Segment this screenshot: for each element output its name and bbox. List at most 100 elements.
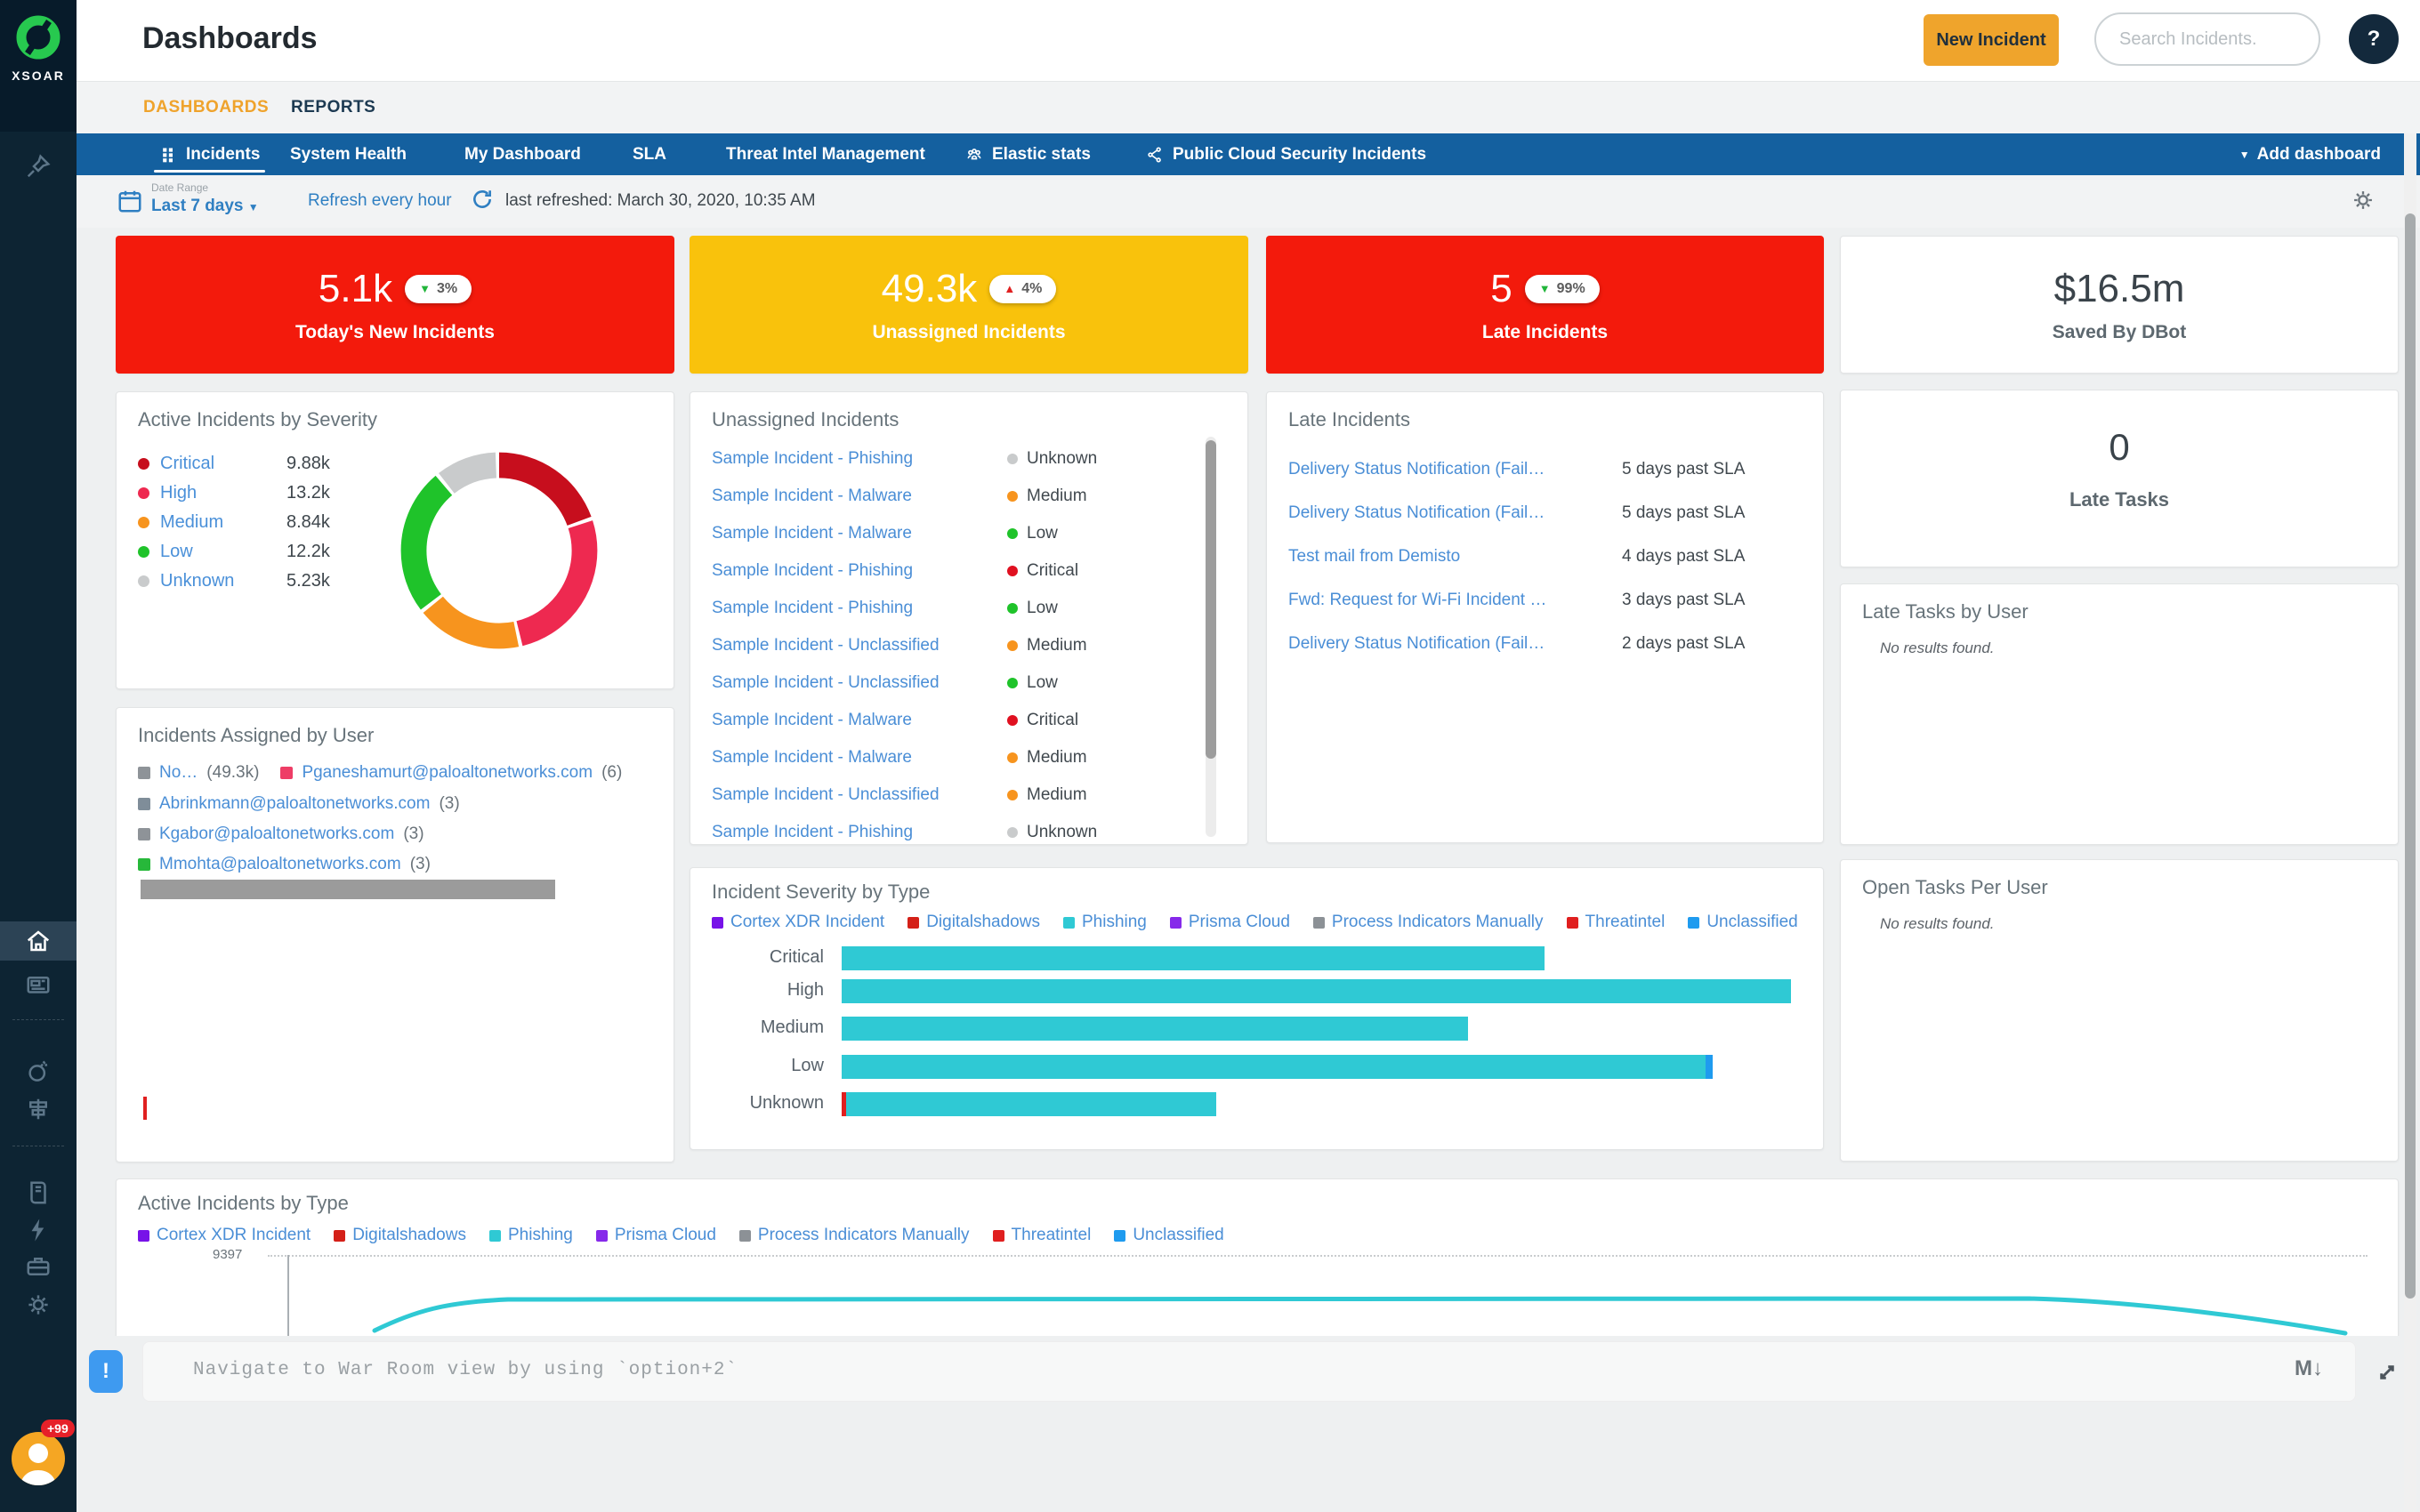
incident-link[interactable]: Fwd: Request for Wi-Fi Incident … xyxy=(1288,591,1546,610)
bomb-incidents-icon[interactable] xyxy=(25,1058,52,1084)
legend-item[interactable]: Digitalshadows xyxy=(908,913,1040,932)
kpi-saved-by-dbot[interactable]: $16.5m Saved By DBot xyxy=(1840,236,2399,374)
incident-link[interactable]: Sample Incident - Malware xyxy=(712,748,912,768)
nav-item-system-health[interactable]: System Health xyxy=(290,133,407,175)
legend-item[interactable]: Process Indicators Manually xyxy=(739,1226,970,1245)
settings-gear-icon[interactable] xyxy=(25,1291,52,1318)
bar-low[interactable] xyxy=(842,1055,1706,1079)
add-dashboard-button[interactable]: ▼ Add dashboard xyxy=(2239,133,2381,175)
user-legend-label[interactable]: Pganeshamurt@paloaltonetworks.com xyxy=(302,763,593,783)
incident-link[interactable]: Sample Incident - Malware xyxy=(712,487,912,506)
severity-dot xyxy=(1007,491,1018,502)
home-icon[interactable] xyxy=(25,928,52,954)
legend-item[interactable]: Phishing xyxy=(489,1226,573,1245)
severity-label[interactable]: High xyxy=(160,483,276,503)
book-docs-icon[interactable] xyxy=(25,1179,52,1206)
incident-link[interactable]: Sample Incident - Phishing xyxy=(712,823,913,842)
legend-item[interactable]: Cortex XDR Incident xyxy=(712,913,884,932)
user-avatar[interactable] xyxy=(12,1432,65,1485)
incident-link[interactable]: Sample Incident - Unclassified xyxy=(712,636,940,655)
severity-label[interactable]: Unknown xyxy=(160,571,276,591)
legend-label: Unclassified xyxy=(1133,1226,1223,1245)
kpi-late-incidents[interactable]: 5 ▼99% Late Incidents xyxy=(1266,236,1824,374)
panel-late-tasks[interactable]: 0 Late Tasks xyxy=(1840,390,2399,567)
severity-label[interactable]: Medium xyxy=(160,512,276,533)
incident-link[interactable]: Sample Incident - Unclassified xyxy=(712,785,940,805)
list-item: Delivery Status Notification (Fail…2 day… xyxy=(1288,625,1805,662)
incident-link[interactable]: Delivery Status Notification (Fail… xyxy=(1288,503,1545,523)
page-scrollbar[interactable] xyxy=(2404,133,2416,1512)
bar-unknown[interactable] xyxy=(846,1092,1216,1116)
bar-critical[interactable] xyxy=(842,946,1545,970)
legend-item[interactable]: Prisma Cloud xyxy=(596,1226,716,1245)
incident-link[interactable]: Sample Incident - Phishing xyxy=(712,599,913,618)
nav-item-sla[interactable]: SLA xyxy=(633,133,666,175)
nav-item-public-cloud[interactable]: Public Cloud Security Incidents xyxy=(1146,133,1426,175)
incident-link[interactable]: Sample Incident - Malware xyxy=(712,524,912,543)
signpost-playbooks-icon[interactable] xyxy=(25,1096,52,1122)
legend-item[interactable]: Threatintel xyxy=(993,1226,1092,1245)
kpi-label: Today's New Incidents xyxy=(295,322,495,343)
user-legend-label[interactable]: Mmohta@paloaltonetworks.com xyxy=(159,855,401,874)
expand-icon[interactable] xyxy=(2374,1359,2400,1386)
bar-medium[interactable] xyxy=(842,1017,1468,1041)
assigned-bar-tiny xyxy=(143,1097,147,1120)
incident-link[interactable]: Sample Incident - Unclassified xyxy=(712,673,940,693)
lightning-automation-icon[interactable] xyxy=(25,1217,52,1243)
bar-low-unclassified-segment[interactable] xyxy=(1706,1055,1713,1079)
legend-item[interactable]: Threatintel xyxy=(1567,913,1666,932)
kpi-unassigned-incidents[interactable]: 49.3k ▲4% Unassigned Incidents xyxy=(690,236,1248,374)
incident-link[interactable]: Sample Incident - Phishing xyxy=(712,561,913,581)
shortcut-message-box[interactable]: Navigate to War Room view by using `opti… xyxy=(142,1341,2356,1402)
nav-item-threat-intel[interactable]: Threat Intel Management xyxy=(726,133,925,175)
bar-high[interactable] xyxy=(842,979,1791,1003)
sla-text: 3 days past SLA xyxy=(1622,591,1745,610)
incident-link[interactable]: Test mail from Demisto xyxy=(1288,547,1460,567)
pin-icon[interactable] xyxy=(25,153,52,180)
markdown-icon[interactable]: M↓ xyxy=(2295,1356,2323,1381)
tab-dashboards[interactable]: DASHBOARDS xyxy=(143,82,269,133)
date-range-select[interactable]: Last 7 days ▼ xyxy=(151,197,259,216)
refresh-interval-link[interactable]: Refresh every hour xyxy=(308,191,452,211)
legend-swatch xyxy=(1313,917,1325,929)
severity-label[interactable]: Low xyxy=(160,542,276,562)
refresh-icon[interactable] xyxy=(471,188,494,211)
legend-item[interactable]: Prisma Cloud xyxy=(1170,913,1290,932)
assigned-bar-no-owner[interactable] xyxy=(141,880,555,899)
kpi-todays-new-incidents[interactable]: 5.1k ▼3% Today's New Incidents xyxy=(116,236,674,374)
severity-label[interactable]: Critical xyxy=(160,454,276,474)
legend-item[interactable]: Process Indicators Manually xyxy=(1313,913,1544,932)
incident-link[interactable]: Sample Incident - Phishing xyxy=(712,449,913,469)
legend-item[interactable]: Cortex XDR Incident xyxy=(138,1226,311,1245)
legend-item[interactable]: Digitalshadows xyxy=(334,1226,466,1245)
user-legend-label[interactable]: Abrinkmann@paloaltonetworks.com xyxy=(159,794,430,814)
xsoar-logo[interactable]: XSOAR xyxy=(0,0,77,132)
exclamation-icon[interactable]: ! xyxy=(89,1350,123,1393)
scrollbar-thumb[interactable] xyxy=(2405,213,2416,1299)
legend-item[interactable]: Phishing xyxy=(1063,913,1147,932)
nav-item-my-dashboard[interactable]: My Dashboard xyxy=(464,133,581,175)
new-incident-button[interactable]: New Incident xyxy=(1924,14,2059,66)
legend-item[interactable]: Unclassified xyxy=(1114,1226,1223,1245)
trend-down-icon: ▼ xyxy=(419,282,431,295)
dashboard-settings-gear-icon[interactable] xyxy=(2351,188,2376,213)
scrollbar-thumb[interactable] xyxy=(1206,440,1216,759)
user-legend-label[interactable]: Kgabor@paloaltonetworks.com xyxy=(159,824,394,844)
user-legend-label[interactable]: No… xyxy=(159,763,198,783)
severity-donut-chart[interactable] xyxy=(392,444,606,657)
incident-link[interactable]: Delivery Status Notification (Fail… xyxy=(1288,634,1545,654)
sla-text: 5 days past SLA xyxy=(1622,460,1745,479)
dashboard-monitor-icon[interactable] xyxy=(25,972,52,999)
briefcase-jobs-icon[interactable] xyxy=(25,1253,52,1280)
incident-link[interactable]: Delivery Status Notification (Fail… xyxy=(1288,460,1545,479)
tab-reports[interactable]: REPORTS xyxy=(291,82,375,133)
severity-dot xyxy=(138,458,149,470)
search-input[interactable] xyxy=(2094,12,2320,66)
legend-item[interactable]: Unclassified xyxy=(1688,913,1797,932)
notification-badge: +99 xyxy=(41,1420,75,1437)
list-scrollbar[interactable] xyxy=(1206,437,1216,837)
help-button[interactable]: ? xyxy=(2349,14,2399,64)
nav-item-incidents[interactable]: Incidents xyxy=(159,133,260,175)
nav-item-elastic-stats[interactable]: Elastic stats xyxy=(965,133,1091,175)
incident-link[interactable]: Sample Incident - Malware xyxy=(712,711,912,730)
